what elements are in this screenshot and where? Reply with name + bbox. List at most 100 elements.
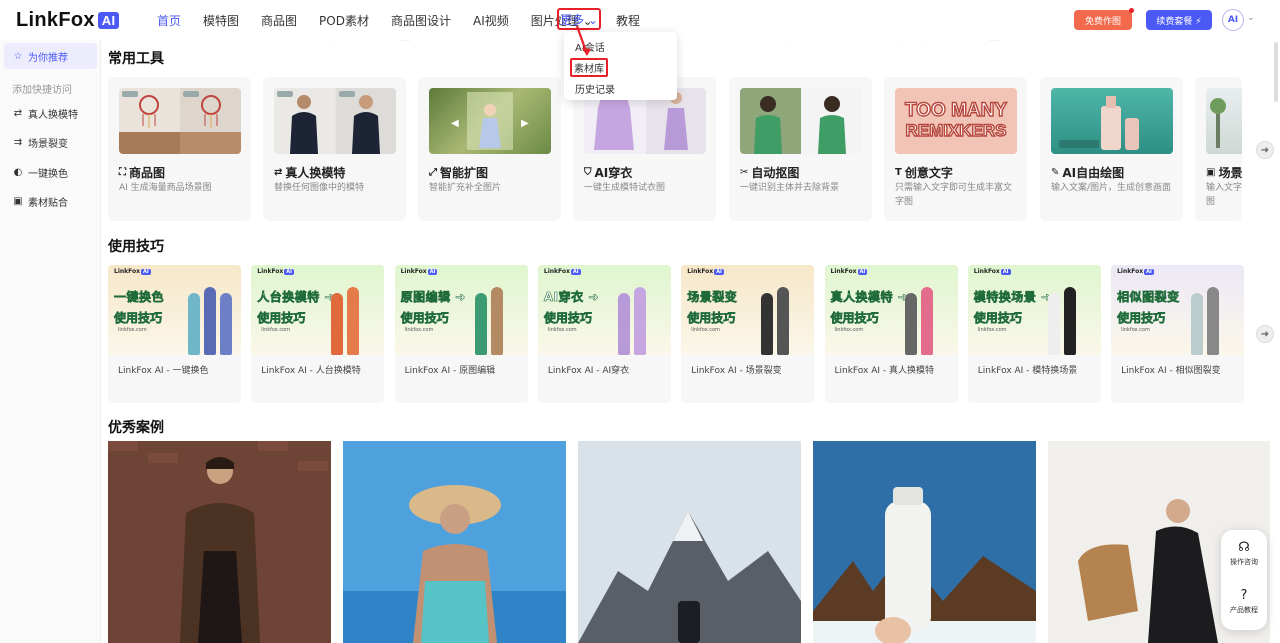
shirt-icon: ⛉ [584,167,592,178]
nav-model-image[interactable]: 模特图 [203,12,239,29]
free-create-button[interactable]: 免费作图 [1074,8,1134,30]
tool-description: 替换任何图像中的模特 [274,183,365,193]
tool-card-free-drawing[interactable]: ✎ AI自由绘图 输入文案/图片，生成创意画面 [1040,77,1183,221]
menu-item-history[interactable]: 历史记录 [575,81,615,96]
tip-label: LinkFox AI - 人台换模特 [261,366,361,376]
tool-card-auto-cutout[interactable]: ✂ 自动抠图 一键识别主体并去除背景 [729,77,872,221]
tip-site: linkfox.com [691,327,720,333]
tool-card-model-swap[interactable]: ⇄ 真人换模特 替换任何图像中的模特 [263,77,406,221]
svg-text:◀: ◀ [451,118,459,129]
tool-name: ▣ 场景 [1206,164,1242,181]
tip-card[interactable]: LinkFox AI 一键换色 使用技巧 linkfox.com LinkFox AI -… [108,265,241,403]
tool-card-creative-text[interactable]: TOO MANY REMIXKERS T 创意文字 只需输入文字即可生成丰富文字图 [884,77,1027,221]
sidebar-item-recolor[interactable]: ◐ 一键换色 [4,159,97,185]
tip-thumbnail: LinkFox AI 原图编辑 ➜ 使用技巧 linkfox.com [394,265,528,355]
model-swap-image [274,88,396,154]
model-figure [777,287,790,355]
model-figure [1191,293,1204,355]
tip-thumbnail: LinkFox AI 相似图裂变 使用技巧 linkfox.com [1111,265,1245,355]
tip-brand: LinkFox AI [257,268,295,275]
case-image-leather-jacket[interactable] [108,441,331,643]
case-photo [813,441,1036,643]
nav-product-design[interactable]: 商品图设计 [391,12,451,29]
tool-card-scene[interactable]: ▣ 场景 输入文字图 [1195,77,1242,221]
sidebar-item-label: 真人换模特 [28,109,78,121]
tip-site: linkfox.com [547,327,577,333]
tool-description: AI 生成海量商品场景图 [119,183,212,193]
tip-site: linkfox.com [1121,327,1150,333]
tip-headline: 原图编辑 ➜ [400,290,466,305]
chevron-right-icon[interactable]: ➜ [1256,325,1274,343]
tool-thumbnail: ◀ ▶ [429,88,551,154]
tool-thumbnail: TOO MANY REMIXKERS [895,88,1017,154]
nav-product-image[interactable]: 商品图 [261,12,297,29]
tip-headline: 一键换色 [114,290,165,305]
sidebar-item-recommend[interactable]: ☆ 为你推荐 [4,43,97,69]
tip-thumbnail: LinkFox AI AI穿衣 ➜ 使用技巧 linkfox.com [537,265,671,355]
case-image-mountain-bottle[interactable] [578,441,801,643]
text-icon: T [895,167,902,178]
model-figure [188,293,200,355]
model-figure [331,293,344,355]
tip-card[interactable]: LinkFox AI 模特换场景 ➜ 使用技巧 linkfox.com LinkFox A… [967,265,1101,403]
tutorial-button[interactable]: ? 产品教程 [1221,588,1267,615]
case-image-beach-hat[interactable] [343,441,566,643]
tip-headline: 相似图裂变 [1117,290,1180,305]
scrollbar[interactable] [1274,42,1278,102]
nav-tutorial[interactable]: 教程 [616,12,640,29]
tool-name: ⛶ 商品图 [119,164,165,181]
tip-thumbnail: LinkFox AI 场景裂变 使用技巧 linkfox.com [681,265,815,355]
nav-ai-video[interactable]: AI视频 [473,12,509,29]
chevron-right-icon[interactable]: ➜ [1256,141,1274,159]
model-figure [761,293,774,355]
tool-name: ⤢ 智能扩图 [429,164,488,181]
consult-button[interactable]: ☊ 操作咨询 [1221,540,1267,567]
tip-subtitle: 使用技巧 [1117,311,1166,326]
chevron-down-icon[interactable]: ⌄ [1247,13,1255,23]
tool-name-label: 自动抠图 [751,166,800,180]
model-figure [220,293,232,355]
avatar[interactable]: AI [1222,9,1244,31]
expand-preview-image: ◀ ▶ [451,92,529,150]
add-shortcut-hint[interactable]: 添加快捷访问 [12,81,72,96]
tip-label: LinkFox AI - 真人换模特 [834,366,934,376]
tip-card[interactable]: LinkFox AI 人台换模特 ➜ 使用技巧 linkfox.com LinkFox A… [251,265,385,403]
tip-card[interactable]: LinkFox AI 场景裂变 使用技巧 linkfox.com LinkFox AI -… [681,265,815,403]
tool-thumbnail [1206,88,1242,154]
tutorial-label: 产品教程 [1230,606,1258,614]
sidebar-item-scene-split[interactable]: ⇉ 场景裂变 [4,129,97,155]
model-figure [490,287,503,355]
case-image-white-bottle[interactable] [813,441,1036,643]
sidebar-item-material-fit[interactable]: ▣ 素材贴合 [4,188,97,214]
tip-card[interactable]: LinkFox AI 原图编辑 ➜ 使用技巧 linkfox.com LinkFox AI… [394,265,528,403]
tip-card[interactable]: LinkFox AI AI穿衣 ➜ 使用技巧 linkfox.com LinkFox AI… [537,265,671,403]
case-photo [343,441,566,643]
tool-card-product-image[interactable]: ⛶ 商品图 AI 生成海量商品场景图 [108,77,251,221]
tool-name-label: 智能扩图 [440,166,489,180]
renew-plan-button[interactable]: 续费套餐 ⚡ [1146,10,1212,30]
image-icon: ▣ [13,195,23,207]
tip-brand: LinkFox AI [114,268,151,275]
tip-card[interactable]: LinkFox AI 相似图裂变 使用技巧 linkfox.com LinkFox AI … [1111,265,1245,403]
product-scene-image [119,91,241,154]
image-icon: ▣ [1206,167,1216,178]
sidebar-item-model-swap[interactable]: ⇄ 真人换模特 [4,100,97,126]
tool-name-label: AI自由绘图 [1062,166,1125,180]
cutout-image [754,96,846,154]
menu-item-material-library[interactable]: 素材库 [570,58,608,77]
sidebar: ☆ 为你推荐 添加快捷访问 ⇄ 真人换模特 ⇉ 场景裂变 ◐ 一键换色 ▣ 素材… [0,40,101,643]
tip-site: linkfox.com [118,327,147,333]
tool-name: ⛉ AI穿衣 [584,164,632,181]
tool-thumbnail [1051,88,1173,154]
nav-home[interactable]: 首页 [157,12,181,29]
tip-brand: LinkFox AI [400,268,438,275]
linkfox-logo[interactable]: LinkFox AI [16,9,120,32]
nav-pod-material[interactable]: POD素材 [319,12,369,29]
tip-subtitle: 使用技巧 [257,311,306,326]
tip-thumbnail: LinkFox AI 真人换模特 ➜ 使用技巧 linkfox.com [824,265,958,355]
section-title-tools: 常用工具 [108,51,164,67]
tip-subtitle: 使用技巧 [543,311,593,326]
tip-card[interactable]: LinkFox AI 真人换模特 ➜ 使用技巧 linkfox.com LinkFox A… [824,265,958,403]
tool-card-smart-expand[interactable]: ◀ ▶ ⤢ 智能扩图 智能扩充补全图片 [418,77,561,221]
tool-description: 输入文案/图片，生成创意画面 [1051,183,1172,193]
